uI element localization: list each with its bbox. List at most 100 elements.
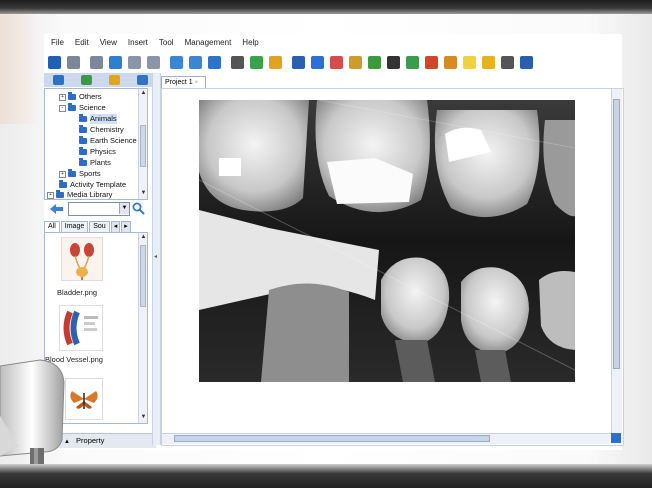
tree-item-label: Media Library [67, 190, 113, 199]
expand-icon[interactable]: + [59, 170, 66, 178]
tree-item-animals[interactable]: Animals [79, 114, 117, 124]
tree-item-sports[interactable]: + Sports [59, 169, 101, 179]
menu-file[interactable]: File [51, 38, 64, 47]
search-row: ▼ [44, 202, 156, 216]
zoom-in-icon[interactable] [170, 55, 183, 69]
tree-item-label: Animals [90, 114, 117, 124]
pen-icon[interactable] [311, 55, 324, 69]
bladder-image [62, 238, 102, 280]
panel-tab-strip [44, 73, 156, 87]
tree-item-media-library[interactable]: + Media Library [47, 190, 113, 199]
tree-item-plants[interactable]: Plants [79, 158, 111, 168]
expand-icon[interactable]: + [47, 191, 54, 199]
highlighter-icon[interactable] [368, 55, 381, 69]
attachments-tab-icon[interactable] [136, 75, 148, 85]
menu-insert[interactable]: Insert [128, 38, 148, 47]
tab-image[interactable]: Image [60, 221, 89, 232]
collapse-left-icon[interactable]: ◂ [154, 253, 157, 260]
folder-tab-icon[interactable] [108, 75, 120, 85]
hand-icon[interactable] [208, 55, 221, 69]
menu-help[interactable]: Help [242, 38, 258, 47]
butterfly-thumbnail[interactable] [65, 378, 103, 420]
eraser-icon[interactable] [330, 55, 343, 69]
folder-icon [79, 114, 87, 122]
tab-scroll-right-icon[interactable]: ▸ [121, 221, 131, 232]
bladder-thumbnail[interactable] [61, 237, 103, 281]
folder-icon [68, 103, 76, 111]
screen-icon[interactable] [48, 55, 61, 69]
scroll-up-icon[interactable]: ▲ [140, 234, 147, 241]
tab-scroll-left-icon[interactable]: ◂ [110, 221, 121, 232]
tree-item-chemistry[interactable]: Chemistry [79, 125, 124, 135]
fill-icon[interactable] [425, 55, 438, 69]
folder-icon [79, 147, 87, 155]
tree-item-label: Others [79, 92, 102, 101]
back-arrow-icon[interactable] [50, 204, 63, 214]
tree-item-label: Science [79, 103, 106, 112]
menu-management[interactable]: Management [185, 38, 232, 47]
panel-collapse-strip[interactable]: ◂ [152, 73, 161, 445]
text-icon[interactable] [406, 55, 419, 69]
redo-icon[interactable] [90, 55, 103, 69]
menu-tool[interactable]: Tool [159, 38, 174, 47]
tab-project[interactable]: Project 1 × [161, 76, 206, 88]
document-vertical-scrollbar[interactable] [611, 89, 622, 433]
blood-vessel-image [60, 306, 102, 350]
blood-vessel-thumbnail[interactable] [59, 305, 103, 351]
page-icon[interactable] [109, 55, 122, 69]
library-tree: + Others - Science Animals Chemistry Ear… [44, 88, 148, 200]
tree-item-earth-science[interactable]: Earth Science [79, 136, 137, 146]
media-scrollbar[interactable]: ▲ ▼ [138, 233, 147, 423]
scroll-corner [611, 433, 621, 443]
document-hscroll-thumb[interactable] [174, 435, 490, 442]
search-icon[interactable] [132, 202, 145, 215]
collapse-icon[interactable]: - [59, 104, 66, 112]
document-icon[interactable] [231, 55, 244, 69]
tree-item-label: Earth Science [90, 136, 137, 145]
whiteboard-bottom-frame [0, 464, 652, 488]
tree-scrollbar[interactable]: ▲ ▼ [138, 89, 147, 199]
shapes-icon[interactable] [349, 55, 362, 69]
folder-icon [68, 169, 76, 177]
clear-icon[interactable] [463, 55, 476, 69]
more-icon[interactable] [520, 55, 533, 69]
select-arrow-icon[interactable] [292, 55, 305, 69]
line-icon[interactable] [387, 55, 400, 69]
media-caption: Bladder.png [57, 288, 98, 297]
tree-item-others[interactable]: + Others [59, 92, 102, 102]
tree-item-activity-template[interactable]: Activity Template [59, 180, 126, 190]
tab-sound[interactable]: Sou [89, 221, 110, 232]
expand-icon[interactable]: + [59, 93, 66, 101]
library-tab-icon[interactable] [52, 75, 64, 85]
scroll-up-icon[interactable]: ▲ [140, 90, 147, 97]
scroll-down-icon[interactable]: ▼ [140, 414, 147, 421]
tab-all[interactable]: All [44, 221, 60, 232]
document-horizontal-scrollbar[interactable] [162, 433, 611, 444]
tree-item-science[interactable]: - Science [59, 103, 106, 113]
menu-edit[interactable]: Edit [75, 38, 89, 47]
light-glow [0, 14, 40, 124]
document-area [161, 88, 624, 446]
tree-scroll-thumb[interactable] [140, 125, 146, 167]
menu-view[interactable]: View [100, 38, 117, 47]
zoom-out-icon[interactable] [189, 55, 202, 69]
menu-bar: File Edit View Insert Tool Management He… [44, 34, 622, 50]
page-canvas[interactable] [165, 92, 610, 430]
media-scroll-thumb[interactable] [140, 245, 146, 307]
image-icon[interactable] [250, 55, 263, 69]
document-vscroll-thumb[interactable] [613, 99, 620, 369]
star-icon[interactable] [269, 55, 282, 69]
tree-item-physics[interactable]: Physics [79, 147, 116, 157]
search-dropdown-icon[interactable]: ▼ [119, 203, 129, 214]
scroll-down-icon[interactable]: ▼ [140, 190, 147, 197]
folder-icon [68, 92, 76, 100]
pages-tab-icon[interactable] [80, 75, 92, 85]
close-icon[interactable]: × [195, 80, 199, 86]
brush-icon[interactable] [444, 55, 457, 69]
tree-item-label: Sports [79, 169, 101, 178]
prev-icon[interactable] [128, 55, 141, 69]
next-icon[interactable] [147, 55, 160, 69]
printer-icon[interactable] [501, 55, 514, 69]
undo-icon[interactable] [67, 55, 80, 69]
screen-capture-icon[interactable] [482, 55, 495, 69]
